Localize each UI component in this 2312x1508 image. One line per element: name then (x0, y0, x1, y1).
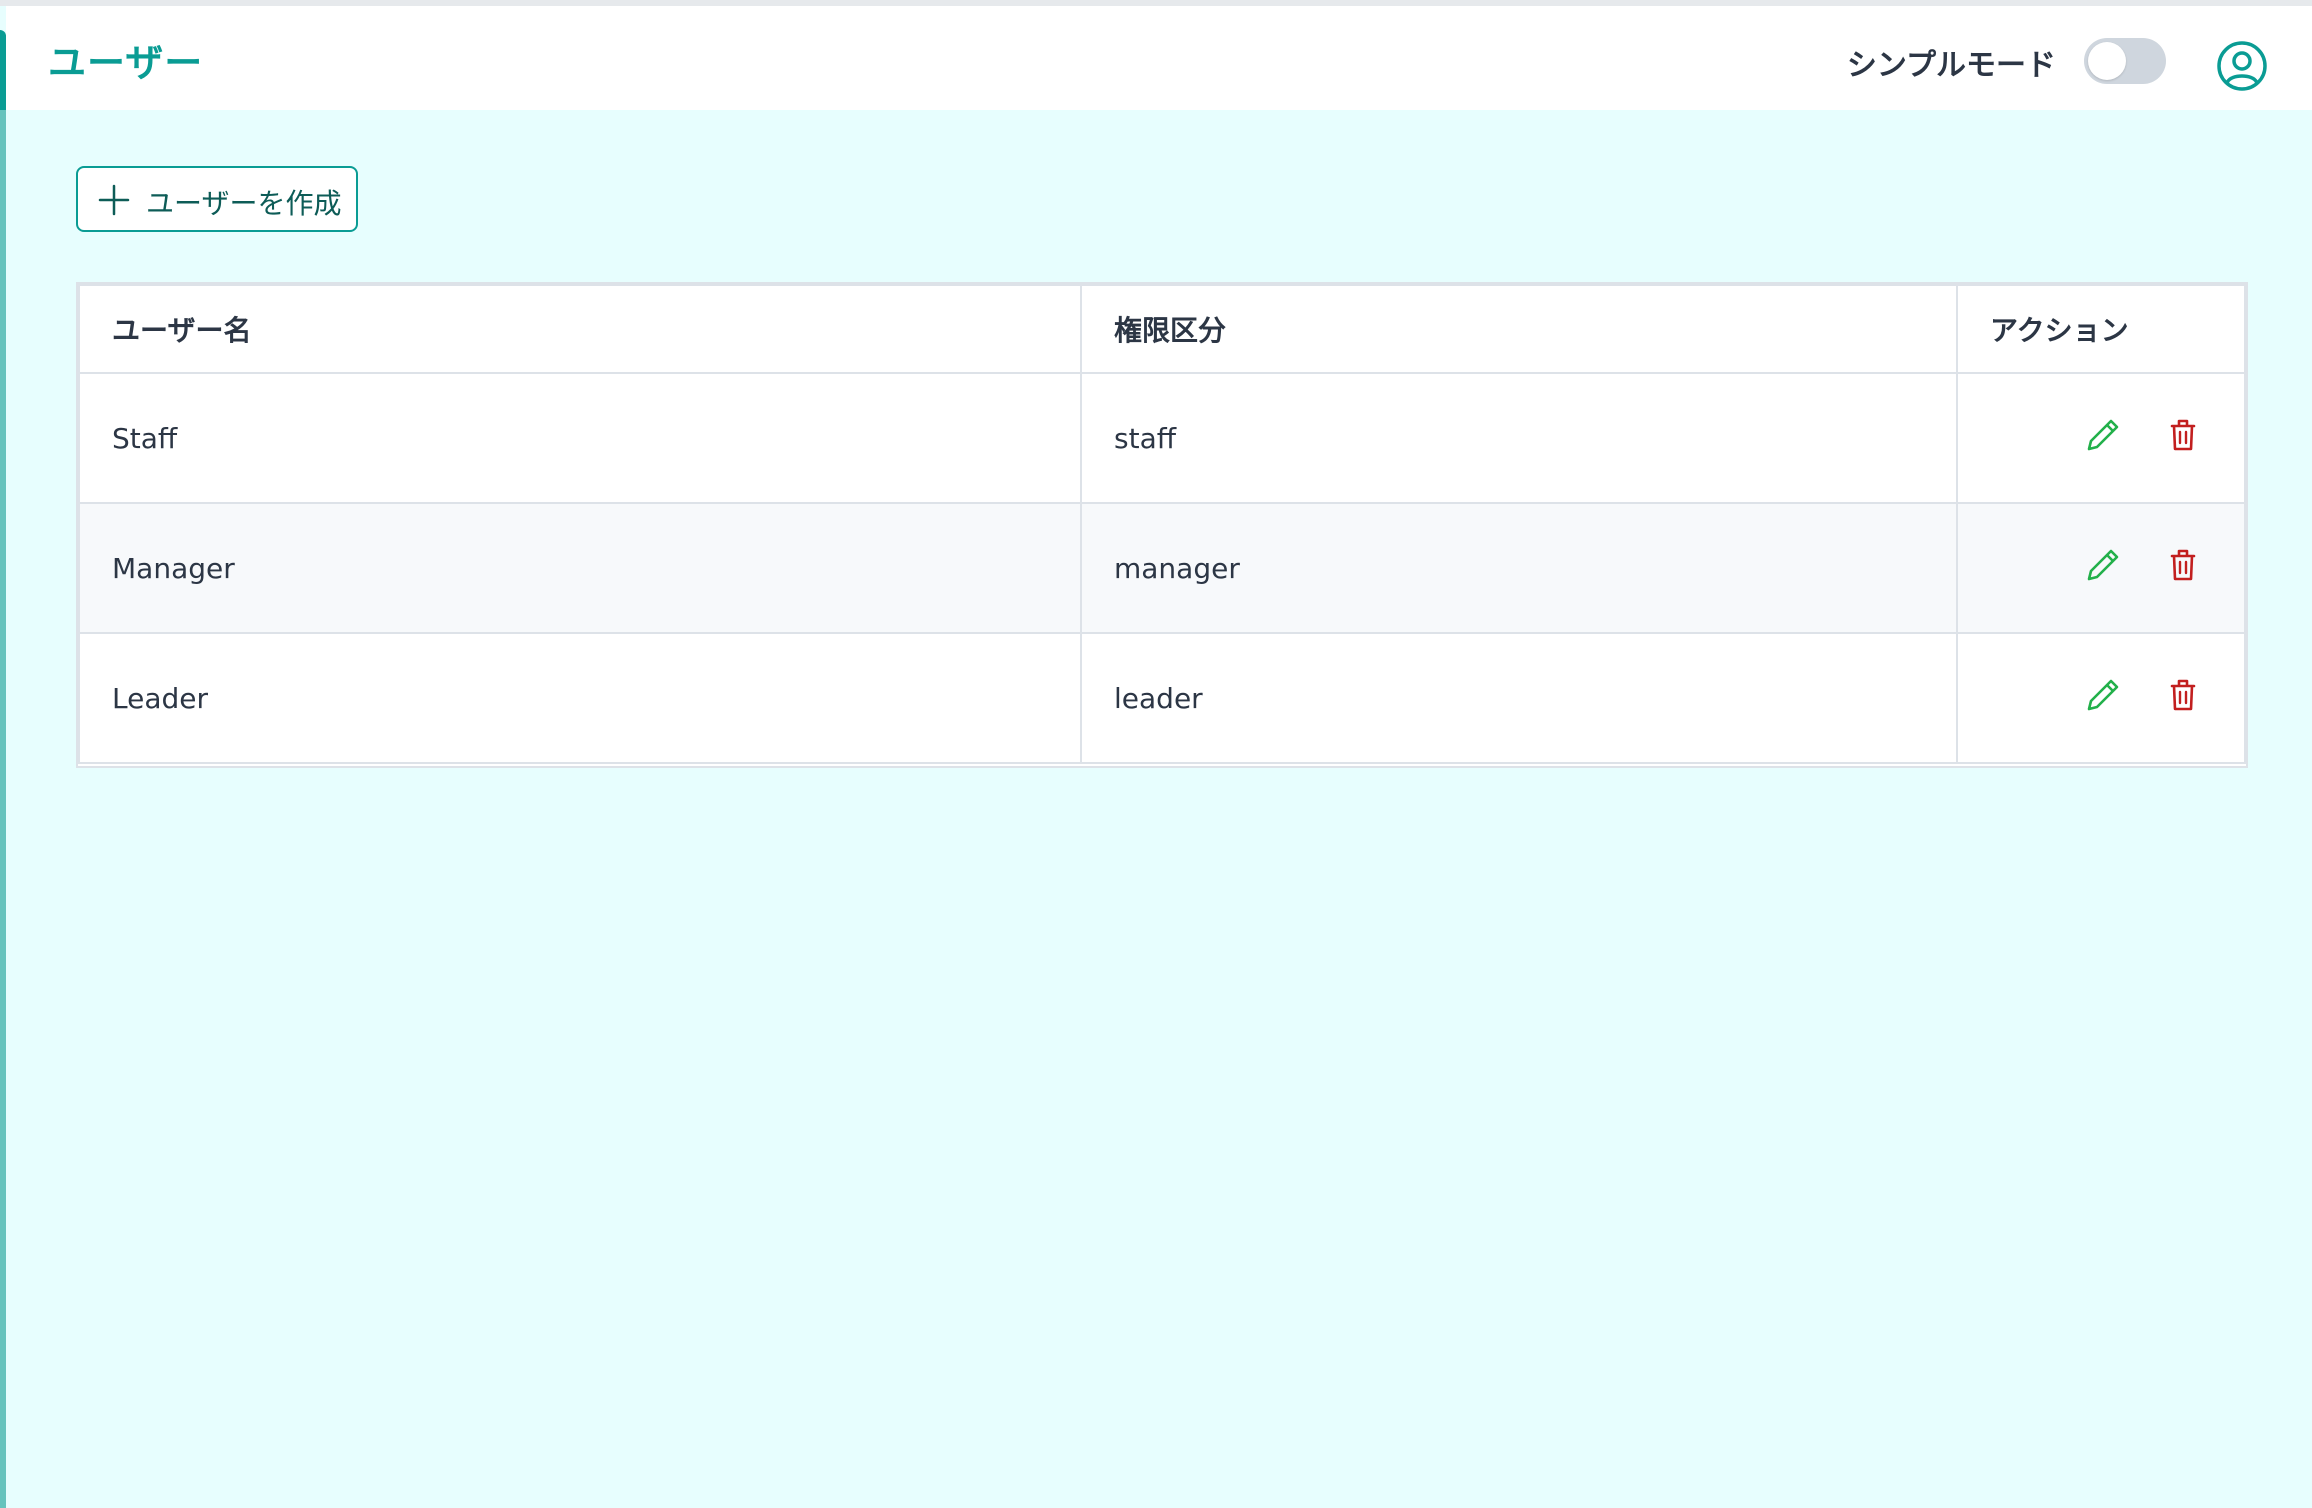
cell-role: manager (1080, 502, 1958, 634)
cell-username: Staff (78, 372, 1082, 504)
page-header: ユーザー シンプルモード (6, 6, 2312, 110)
pencil-icon[interactable] (2084, 416, 2122, 454)
cell-username: Leader (78, 632, 1082, 764)
cell-actions (1956, 502, 2246, 634)
pencil-icon[interactable] (2084, 546, 2122, 584)
toggle-knob (2088, 42, 2126, 80)
column-header-username: ユーザー名 (78, 284, 1082, 374)
page-title: ユーザー (48, 41, 204, 85)
column-header-actions: アクション (1956, 284, 2246, 374)
table-row: Leader leader (78, 632, 2246, 764)
cell-username: Manager (78, 502, 1082, 634)
trash-icon[interactable] (2164, 416, 2202, 454)
trash-icon[interactable] (2164, 546, 2202, 584)
plus-icon (98, 184, 130, 216)
simple-mode-toggle[interactable] (2084, 38, 2166, 84)
table-row: Staff staff (78, 372, 2246, 504)
simple-mode-label: シンプルモード (1846, 48, 2056, 83)
column-header-role: 権限区分 (1080, 284, 1958, 374)
table-header-row: ユーザー名 権限区分 アクション (78, 284, 2246, 374)
cell-role: leader (1080, 632, 1958, 764)
trash-icon[interactable] (2164, 676, 2202, 714)
create-user-button[interactable]: ユーザーを作成 (76, 166, 358, 232)
users-table: ユーザー名 権限区分 アクション Staff staff Manager man… (76, 282, 2248, 768)
table-row: Manager manager (78, 502, 2246, 634)
cell-actions (1956, 632, 2246, 764)
cell-actions (1956, 372, 2246, 504)
users-page: ユーザー シンプルモード ユーザーを作成 ユーザー名 権限区分 アクション St… (0, 0, 2312, 1508)
create-user-label: ユーザーを作成 (146, 187, 342, 220)
pencil-icon[interactable] (2084, 676, 2122, 714)
user-circle-icon[interactable] (2216, 40, 2268, 92)
sidebar-edge (0, 110, 6, 1508)
cell-role: staff (1080, 372, 1958, 504)
